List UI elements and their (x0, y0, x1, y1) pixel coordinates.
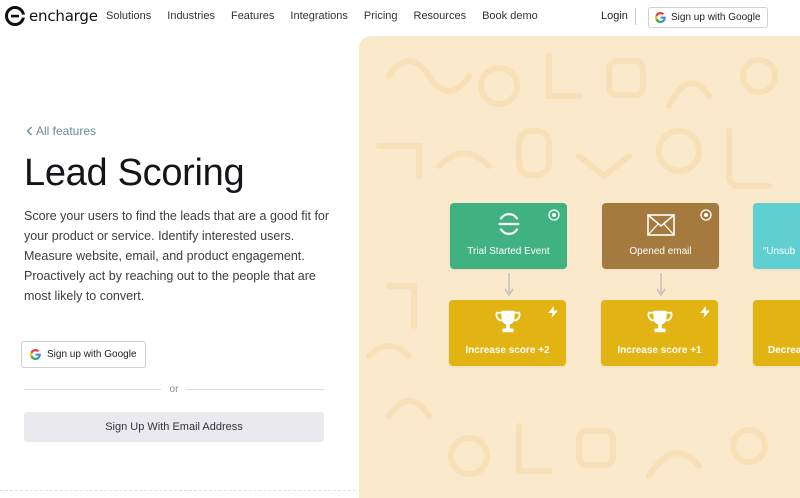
trophy-icon (647, 310, 672, 333)
trophy-icon (495, 310, 520, 333)
login-link[interactable]: Login (601, 10, 628, 22)
action-card-decrease-score[interactable]: Decrea (753, 300, 800, 366)
nav-item-pricing[interactable]: Pricing (364, 10, 398, 22)
nav-menu: Solutions Industries Features Integratio… (106, 10, 554, 22)
action-card-increase-score-1[interactable]: Increase score +1 (601, 300, 718, 366)
arrow-down-icon (504, 273, 514, 297)
nav-divider (635, 8, 636, 25)
google-signup-button[interactable]: Sign up with Google (21, 341, 146, 368)
trigger-label: “Unsub (763, 246, 796, 257)
arrow-down-icon (656, 273, 666, 297)
envelope-icon (646, 214, 675, 236)
google-signup-label: Sign up with Google (671, 12, 761, 23)
email-signup-button[interactable]: Sign Up With Email Address (24, 412, 324, 442)
page-description: Score your users to find the leads that … (24, 209, 330, 303)
brand-logo[interactable]: encharge (4, 5, 98, 27)
action-label: Increase score +2 (465, 345, 550, 356)
divider-line (186, 389, 324, 390)
trigger-card-opened-email[interactable]: Opened email (602, 203, 719, 269)
all-features-link[interactable]: All features (26, 124, 96, 138)
all-features-label: All features (36, 124, 97, 138)
target-icon (548, 209, 560, 221)
google-icon (30, 349, 41, 360)
trigger-card-unsubscribe[interactable]: “Unsub (753, 203, 800, 269)
trigger-label: Opened email (629, 246, 692, 257)
google-signup-label: Sign up with Google (47, 349, 137, 360)
encharge-logo-icon (5, 6, 25, 26)
page-title: Lead Scoring (24, 152, 245, 194)
top-navigation: encharge Solutions Industries Features I… (0, 0, 800, 34)
brand-name: encharge (29, 7, 98, 25)
trigger-label: Trial Started Event (467, 246, 550, 257)
lightning-icon (548, 306, 558, 318)
or-divider: or (24, 384, 324, 396)
google-signup-button-header[interactable]: Sign up with Google (648, 7, 768, 28)
nav-item-solutions[interactable]: Solutions (106, 10, 151, 22)
nav-item-features[interactable]: Features (231, 10, 274, 22)
target-icon (700, 209, 712, 221)
section-bottom-border (0, 490, 356, 491)
nav-item-industries[interactable]: Industries (167, 10, 215, 22)
encharge-logo-icon (498, 213, 519, 235)
nav-item-book-demo[interactable]: Book demo (482, 10, 538, 22)
chevron-left-icon (26, 126, 32, 136)
nav-item-resources[interactable]: Resources (414, 10, 467, 22)
nav-item-integrations[interactable]: Integrations (290, 10, 347, 22)
action-label: Increase score +1 (617, 345, 702, 356)
trigger-card-trial-started[interactable]: Trial Started Event (450, 203, 567, 269)
action-label: Decrea (768, 345, 800, 356)
google-icon (655, 12, 666, 23)
lead-scoring-illustration: Trial Started Event Opened email “Unsub (359, 36, 800, 498)
action-card-increase-score-2[interactable]: Increase score +2 (449, 300, 566, 366)
lightning-icon (700, 306, 710, 318)
background-pattern (366, 53, 778, 479)
